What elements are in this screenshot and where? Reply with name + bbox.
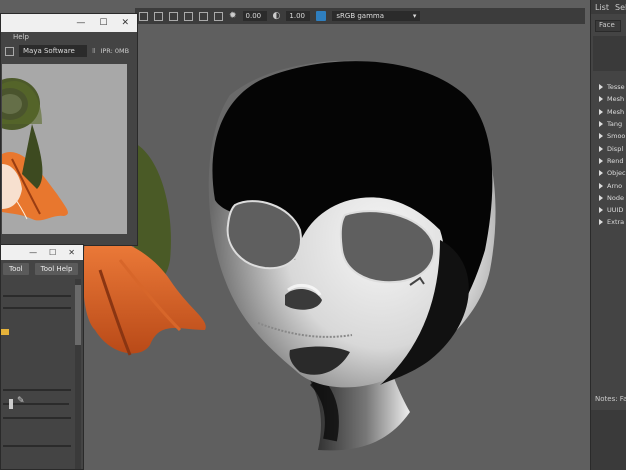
pen-icon[interactable]: ✎ — [17, 396, 25, 406]
section-displacement-map[interactable]: Displ — [591, 142, 626, 154]
section-tessellation[interactable]: Tesse — [591, 81, 626, 93]
expand-arrow-icon — [599, 96, 603, 103]
attribute-sections: Tesse Mesh Mesh Tang Smoo Displ Rend Obj… — [591, 81, 626, 229]
render-view-toolbar: Maya Software Ⅱ IPR: 0MB — [1, 42, 137, 60]
notes-label: Notes: Fa — [595, 395, 626, 403]
maximize-icon[interactable]: ☐ — [99, 18, 107, 28]
expand-arrow-icon — [599, 133, 603, 140]
settings-slider[interactable] — [3, 417, 71, 419]
render-image-character — [2, 78, 68, 221]
tool-settings-buttons: Tool Tool Help — [1, 260, 83, 278]
tab-face[interactable]: Face — [595, 20, 621, 32]
character-hair — [83, 237, 206, 354]
settings-slider[interactable] — [3, 389, 71, 391]
folder-icon[interactable] — [1, 329, 9, 335]
minimize-icon[interactable]: — — [29, 248, 37, 257]
section-uuid[interactable]: UUID — [591, 204, 626, 216]
attribute-editor-panel: List Selec Face Tesse Mesh Mesh Tang Smo… — [590, 0, 626, 470]
maximize-icon[interactable]: ☐ — [49, 248, 56, 257]
ipr-icon: Ⅱ — [92, 47, 96, 55]
expand-arrow-icon — [599, 207, 603, 214]
attribute-editor-menubar: List Selec — [591, 0, 626, 14]
tool-help-button[interactable]: Tool Help — [34, 263, 79, 275]
section-tangent-space[interactable]: Tang — [591, 118, 626, 130]
render-view-titlebar: — ☐ ✕ — [1, 14, 137, 32]
render-view-menubar: Help — [1, 32, 137, 42]
menu-list[interactable]: List — [595, 3, 609, 12]
settings-slider[interactable] — [3, 307, 71, 309]
minimize-icon[interactable]: — — [76, 18, 85, 28]
section-object-display[interactable]: Objec — [591, 167, 626, 179]
expand-arrow-icon — [599, 219, 603, 226]
notes-field[interactable] — [591, 410, 626, 470]
scrollbar-thumb[interactable] — [75, 285, 81, 345]
menu-select[interactable]: Selec — [615, 3, 626, 12]
settings-slider[interactable] — [3, 445, 71, 447]
expand-arrow-icon — [599, 157, 603, 164]
render-settings-icon[interactable] — [5, 46, 14, 56]
menu-help[interactable]: Help — [13, 33, 29, 41]
expand-arrow-icon — [599, 194, 603, 201]
section-extra-attributes[interactable]: Extra — [591, 216, 626, 228]
expand-arrow-icon — [599, 108, 603, 115]
section-render-stats[interactable]: Rend — [591, 155, 626, 167]
expand-arrow-icon — [599, 121, 603, 128]
tool-settings-window[interactable]: — ☐ ✕ Tool Tool Help ✎ — [0, 244, 84, 470]
settings-slider[interactable] — [3, 295, 71, 297]
render-view-window[interactable]: — ☐ ✕ Help Maya Software Ⅱ IPR: 0MB — [0, 13, 138, 246]
expand-arrow-icon — [599, 84, 603, 91]
section-node-behavior[interactable]: Node — [591, 192, 626, 204]
section-arnold[interactable]: Arno — [591, 179, 626, 191]
renderer-select[interactable]: Maya Software — [19, 45, 87, 57]
slider-handle[interactable] — [9, 399, 13, 409]
attribute-header-box — [593, 36, 626, 71]
expand-arrow-icon — [599, 145, 603, 152]
expand-arrow-icon — [599, 182, 603, 189]
tool-settings-titlebar: — ☐ ✕ — [1, 245, 83, 260]
ipr-memory-label: IPR: 0MB — [100, 47, 130, 55]
close-icon[interactable]: ✕ — [121, 18, 129, 28]
section-mesh-controls[interactable]: Mesh — [591, 106, 626, 118]
expand-arrow-icon — [599, 170, 603, 177]
tool-settings-scrollbar[interactable] — [75, 279, 81, 469]
close-icon[interactable]: ✕ — [68, 248, 75, 257]
render-image — [2, 64, 127, 234]
reset-tool-button[interactable]: Tool — [3, 263, 29, 275]
section-smooth-mesh[interactable]: Smoo — [591, 130, 626, 142]
section-mesh-component-display[interactable]: Mesh — [591, 93, 626, 105]
